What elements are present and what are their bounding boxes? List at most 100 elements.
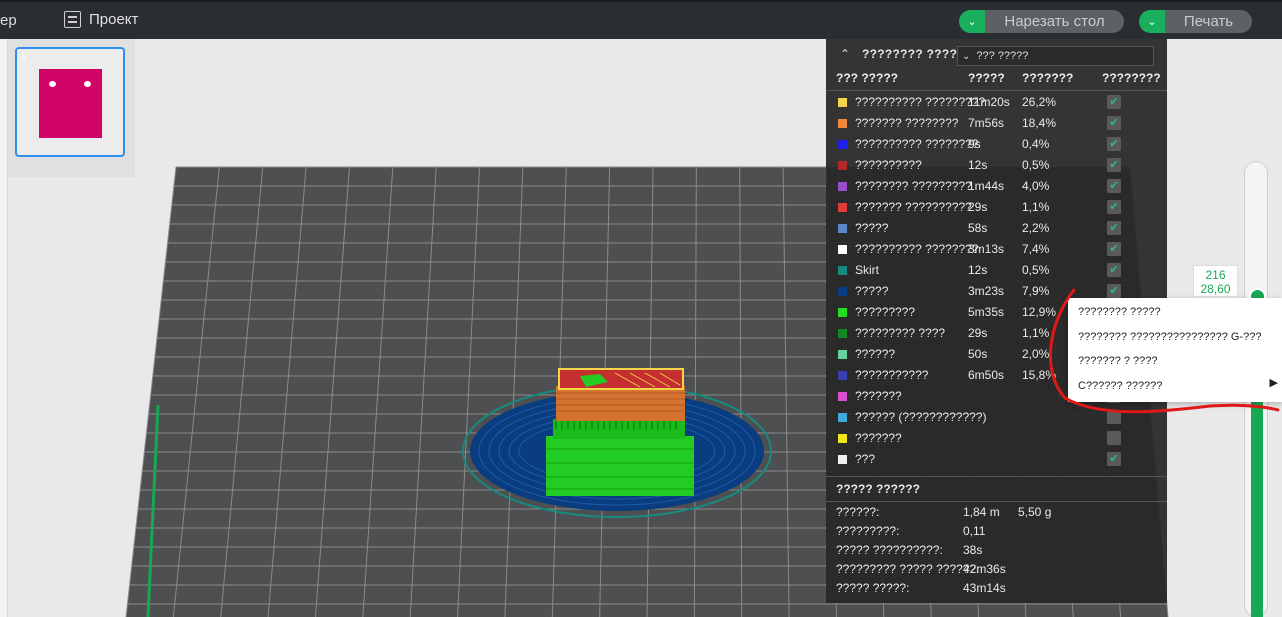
feature-time: 58s — [968, 221, 988, 235]
feature-percent: 0,4% — [1022, 137, 1050, 151]
summary-row: ??????: 1,84 m 5,50 g — [826, 503, 1167, 522]
color-swatch — [838, 392, 847, 401]
feature-time: 50s — [968, 347, 988, 361]
color-swatch — [838, 245, 847, 254]
feature-percent: 0,5% — [1022, 158, 1050, 172]
color-swatch — [838, 287, 847, 296]
color-swatch — [838, 350, 847, 359]
feature-time: 7m56s — [968, 116, 1005, 130]
legend-row: ?????????? ???????? 9s 0,4% ✔ — [826, 134, 1167, 155]
feature-name: ??? — [855, 452, 876, 466]
visibility-checkbox[interactable]: ✔ — [1107, 200, 1121, 214]
col-header-time: ????? — [968, 71, 1005, 85]
feature-name: ?????????? ???????? — [855, 242, 979, 256]
visibility-checkbox[interactable] — [1107, 431, 1121, 445]
feature-name: ?????????? ????????? — [855, 95, 986, 109]
tab-prepare[interactable]: ер — [0, 12, 17, 29]
summary-label: ????? ?????: — [836, 581, 910, 595]
slice-dropdown-chevron-icon[interactable]: ⌄ — [959, 10, 985, 33]
legend-row: ?????????? 12s 0,5% ✔ — [826, 155, 1167, 176]
feature-percent: 4,0% — [1022, 179, 1050, 193]
color-swatch — [838, 161, 847, 170]
summary-value: 43m14s — [963, 581, 1006, 595]
summary-value: 38s — [963, 543, 983, 557]
plate-thumbnail[interactable]: 1 — [15, 47, 125, 157]
divider — [826, 501, 1167, 502]
summary-row: ????? ??????????: 38s — [826, 541, 1167, 560]
slice-plate-button[interactable]: Нарезать стол — [985, 10, 1124, 33]
visibility-checkbox[interactable]: ✔ — [1107, 116, 1121, 130]
summary-label: ?????????: — [836, 524, 900, 538]
legend-header: ⌃ ???????? ????? ⌄ ??? ????? — [826, 39, 1167, 69]
summary-label: ??????: — [836, 505, 880, 519]
feature-time: 29s — [968, 200, 988, 214]
print-button-group: ⌄ Печать — [1139, 10, 1252, 33]
feature-time: 1m44s — [968, 179, 1005, 193]
feature-name: ?????? — [855, 347, 896, 361]
collapse-chevron-icon[interactable]: ⌃ — [834, 47, 856, 61]
project-label: Проект — [89, 11, 139, 28]
visibility-checkbox[interactable]: ✔ — [1107, 452, 1121, 466]
context-menu: ???????? ????? ???????? ????????????????… — [1068, 298, 1282, 402]
project-button[interactable]: Проект — [64, 11, 138, 28]
visibility-checkbox[interactable]: ✔ — [1107, 263, 1121, 277]
context-menu-item[interactable]: ??????? ? ???? — [1078, 351, 1158, 371]
feature-percent: 2,2% — [1022, 221, 1050, 235]
feature-name: ?????? (????????????) — [855, 410, 987, 424]
feature-time: 11m20s — [968, 95, 1010, 109]
divider — [826, 476, 1167, 477]
print-button[interactable]: Печать — [1165, 10, 1252, 33]
visibility-checkbox[interactable]: ✔ — [1107, 179, 1121, 193]
feature-name: ????? — [855, 221, 889, 235]
color-swatch — [838, 98, 847, 107]
divider — [826, 90, 1167, 91]
feature-name: Skirt — [855, 263, 879, 277]
legend-row: ????? 58s 2,2% ✔ — [826, 218, 1167, 239]
project-list-icon — [64, 11, 81, 28]
visibility-checkbox[interactable]: ✔ — [1107, 284, 1121, 298]
legend-row: ??????? — [826, 428, 1167, 449]
color-swatch — [838, 455, 847, 464]
legend-row: ?????????? ????????? 11m20s 26,2% ✔ — [826, 92, 1167, 113]
feature-time: 9s — [968, 137, 981, 151]
view-type-value: ??? ????? — [976, 50, 1029, 62]
summary-value-secondary: 5,50 g — [1018, 505, 1052, 519]
slice-button-group: ⌄ Нарезать стол — [959, 10, 1124, 33]
color-swatch — [838, 413, 847, 422]
context-menu-item[interactable]: ???????? ???????????????? G-??? — [1078, 327, 1262, 347]
feature-percent: 7,9% — [1022, 284, 1050, 298]
legend-row: ?????? (????????????) — [826, 407, 1167, 428]
submenu-arrow-icon: ▶ — [1269, 377, 1278, 389]
color-swatch — [838, 140, 847, 149]
left-sidebar-edge — [0, 39, 8, 617]
feature-percent: 1,1% — [1022, 200, 1050, 214]
legend-row: ???????? ????????? 1m44s 4,0% ✔ — [826, 176, 1167, 197]
visibility-checkbox[interactable]: ✔ — [1107, 242, 1121, 256]
context-menu-item[interactable]: ???????? ????? — [1078, 302, 1161, 322]
color-swatch — [838, 266, 847, 275]
color-swatch — [838, 203, 847, 212]
print-dropdown-chevron-icon[interactable]: ⌄ — [1139, 10, 1165, 33]
feature-name: ??????????? — [855, 368, 929, 382]
summary-value: 42m36s — [963, 562, 1006, 576]
view-type-select[interactable]: ⌄ ??? ????? — [957, 46, 1154, 66]
summary-value: 0,11 — [963, 524, 986, 538]
feature-name: ????????? — [855, 305, 916, 319]
visibility-checkbox[interactable]: ✔ — [1107, 95, 1121, 109]
col-header-type: ??? ????? — [836, 71, 898, 85]
visibility-checkbox[interactable]: ✔ — [1107, 158, 1121, 172]
color-swatch — [838, 119, 847, 128]
visibility-checkbox[interactable]: ✔ — [1107, 221, 1121, 235]
feature-percent: 0,5% — [1022, 263, 1050, 277]
legend-row: ?????????? ???????? 3m13s 7,4% ✔ — [826, 239, 1167, 260]
feature-name: ????????? ???? — [855, 326, 946, 340]
feature-percent: 7,4% — [1022, 242, 1050, 256]
summary-value: 1,84 m — [963, 505, 1000, 519]
feature-time: 6m50s — [968, 368, 1005, 382]
feature-time: 5m35s — [968, 305, 1005, 319]
feature-percent: 1,1% — [1022, 326, 1050, 340]
context-menu-item[interactable]: C?????? ?????? — [1078, 376, 1162, 396]
feature-time: 29s — [968, 326, 988, 340]
visibility-checkbox[interactable] — [1107, 410, 1121, 424]
visibility-checkbox[interactable]: ✔ — [1107, 137, 1121, 151]
